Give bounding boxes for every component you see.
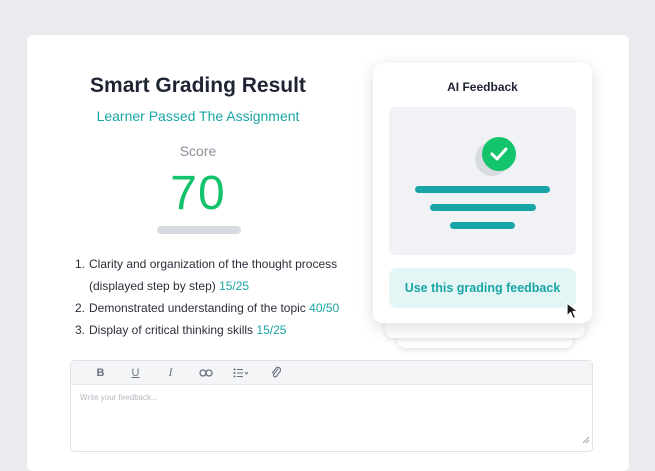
score-value: 70 [170,167,226,220]
text-line-placeholder [450,222,515,229]
feedback-editor: B U I Write your feedback... [70,360,593,452]
list-icon[interactable] [223,363,258,383]
link-icon[interactable] [188,363,223,383]
score-label: Score [179,143,217,159]
editor-toolbar: B U I [71,361,592,385]
ai-feedback-card: AI Feedback Use this grading feedback [373,63,592,323]
underline-icon[interactable]: U [118,363,153,383]
criteria-score: 40/50 [309,301,340,315]
italic-icon[interactable]: I [153,363,188,383]
use-feedback-button[interactable]: Use this grading feedback [389,268,576,308]
result-subtitle: Learner Passed The Assignment [96,108,300,124]
resize-handle-icon[interactable] [582,431,590,449]
score-bar [157,226,241,234]
page-title: Smart Grading Result [90,74,306,97]
feedback-input[interactable]: Write your feedback... [80,393,158,402]
criteria-text-continued: (displayed step by step) [89,279,216,293]
check-icon [482,137,516,171]
text-line-placeholder [430,204,536,211]
criteria-score: 15/25 [219,279,250,293]
criteria-score: 15/25 [256,323,287,337]
feedback-preview [389,107,576,255]
criteria-item: 2. Demonstrated understanding of the top… [75,301,340,315]
criteria-text: Demonstrated understanding of the topic [89,301,306,315]
ai-feedback-title: AI Feedback [447,80,518,94]
bold-icon[interactable]: B [83,363,118,383]
text-line-placeholder [415,186,550,193]
criteria-item: 3. Display of critical thinking skills 1… [75,323,287,337]
criteria-item: 1. Clarity and organization of the thoug… [75,257,338,293]
mouse-cursor-icon [566,302,580,325]
criteria-text: Clarity and organization of the thought … [89,257,338,271]
criteria-list: 1. Clarity and organization of the thoug… [75,253,365,341]
criteria-text: Display of critical thinking skills [89,323,254,337]
attachment-icon[interactable] [258,363,293,383]
